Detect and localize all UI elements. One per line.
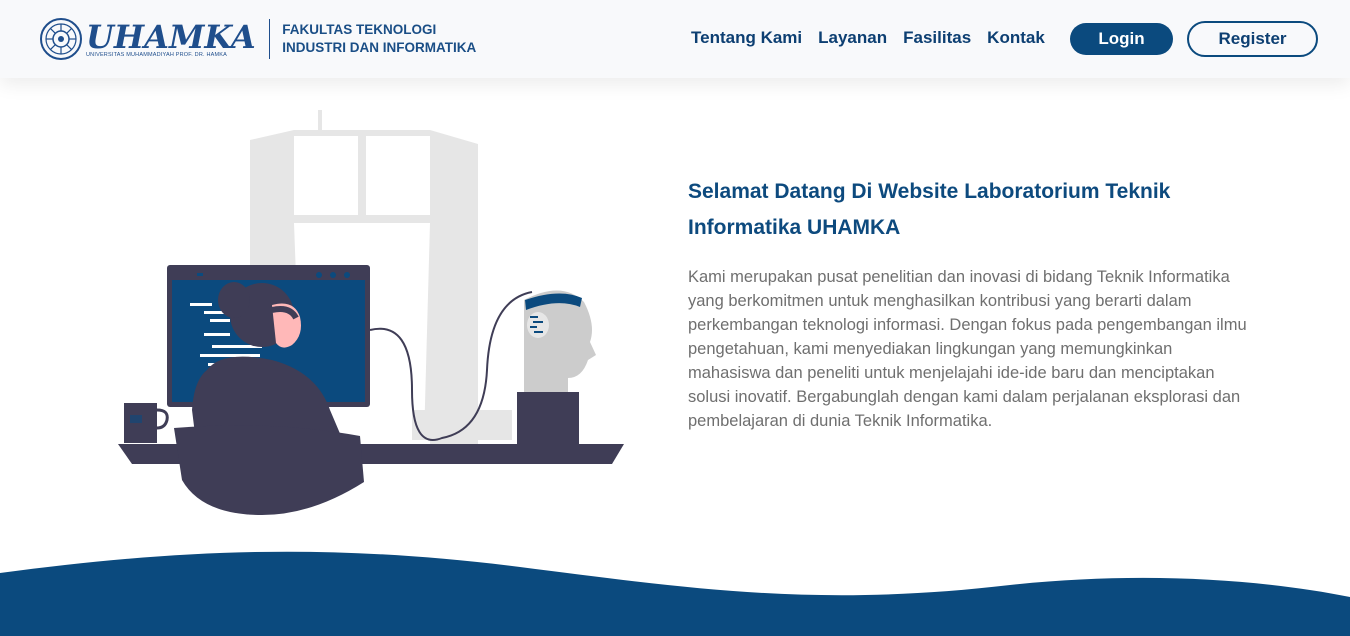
university-seal-icon xyxy=(40,18,82,60)
logo-wordmark: UHAMKA UNIVERSITAS MUHAMMADIYAH PROF. DR… xyxy=(86,20,256,58)
logo-text: UHAMKA xyxy=(86,18,256,56)
chair xyxy=(174,425,364,515)
footer-wave xyxy=(0,551,1350,636)
nav-kontak[interactable]: Kontak xyxy=(987,28,1045,48)
nav-layanan[interactable]: Layanan xyxy=(818,28,887,48)
main-nav: Tentang Kami Layanan Fasilitas Kontak xyxy=(691,28,1061,48)
faculty-line-1: FAKULTAS TEKNOLOGI xyxy=(282,22,437,37)
logo-subtext: UNIVERSITAS MUHAMMADIYAH PROF. DR. HAMKA xyxy=(86,52,228,58)
faculty-name: FAKULTAS TEKNOLOGI INDUSTRI DAN INFORMAT… xyxy=(282,21,476,57)
hero-illustration xyxy=(118,110,624,515)
brand-divider xyxy=(268,19,271,59)
navbar: UHAMKA UNIVERSITAS MUHAMMADIYAH PROF. DR… xyxy=(0,0,1350,78)
login-button[interactable]: Login xyxy=(1070,23,1173,55)
hero-title: Selamat Datang Di Website Laboratorium T… xyxy=(688,180,1171,239)
brand-logo[interactable]: UHAMKA UNIVERSITAS MUHAMMADIYAH PROF. DR… xyxy=(40,14,476,64)
robot-head-icon xyxy=(517,290,596,444)
nav-fasilitas[interactable]: Fasilitas xyxy=(903,28,971,48)
register-button[interactable]: Register xyxy=(1187,21,1318,57)
hero-text: Selamat Datang Di Website Laboratorium T… xyxy=(688,174,1258,433)
nav-tentang-kami[interactable]: Tentang Kami xyxy=(691,28,802,48)
faculty-line-2: INDUSTRI DAN INFORMATIKA xyxy=(282,40,477,55)
mug-icon xyxy=(124,403,169,443)
hero-description: Kami merupakan pusat penelitian dan inov… xyxy=(688,268,1247,430)
